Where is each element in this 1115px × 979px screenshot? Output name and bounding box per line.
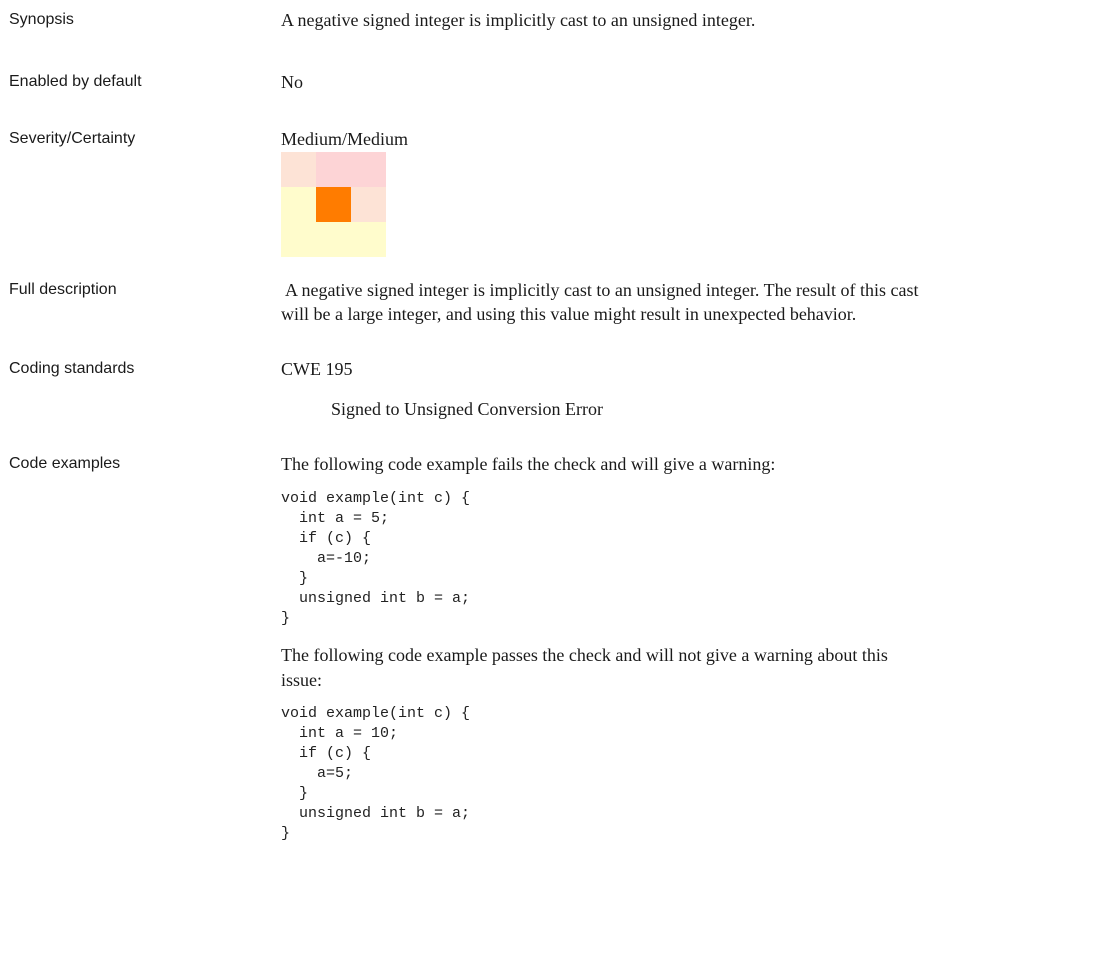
coding-standard-description: Signed to Unsigned Conversion Error — [331, 399, 603, 419]
matrix-cell — [281, 222, 316, 257]
description-line-2: will be a large integer, and using this … — [281, 304, 857, 324]
synopsis-label: Synopsis — [9, 11, 74, 28]
pass-code-block: void example(int c) { int a = 10; if (c)… — [281, 705, 471, 842]
severity-certainty-matrix — [281, 152, 386, 257]
pass-example-intro-line-2: issue: — [281, 670, 323, 690]
matrix-cell — [316, 152, 351, 187]
matrix-cell — [351, 187, 386, 222]
enabled-value: No — [281, 72, 303, 92]
pass-example-intro-line-1: The following code example passes the ch… — [281, 645, 888, 665]
severity-value: Medium/Medium — [281, 129, 408, 149]
matrix-cell-highlight — [316, 187, 351, 222]
matrix-cell — [351, 222, 386, 257]
matrix-cell — [281, 152, 316, 187]
matrix-cell — [281, 187, 316, 222]
coding-standard-id: CWE 195 — [281, 359, 353, 379]
fail-example-intro: The following code example fails the che… — [281, 454, 776, 474]
matrix-cell — [351, 152, 386, 187]
standards-label: Coding standards — [9, 360, 135, 377]
severity-label: Severity/Certainty — [9, 130, 136, 147]
fail-code-block: void example(int c) { int a = 5; if (c) … — [281, 490, 471, 627]
examples-label: Code examples — [9, 455, 121, 472]
matrix-cell — [316, 222, 351, 257]
description-label: Full description — [9, 281, 117, 298]
synopsis-text: A negative signed integer is implicitly … — [281, 10, 756, 30]
enabled-label: Enabled by default — [9, 73, 142, 90]
